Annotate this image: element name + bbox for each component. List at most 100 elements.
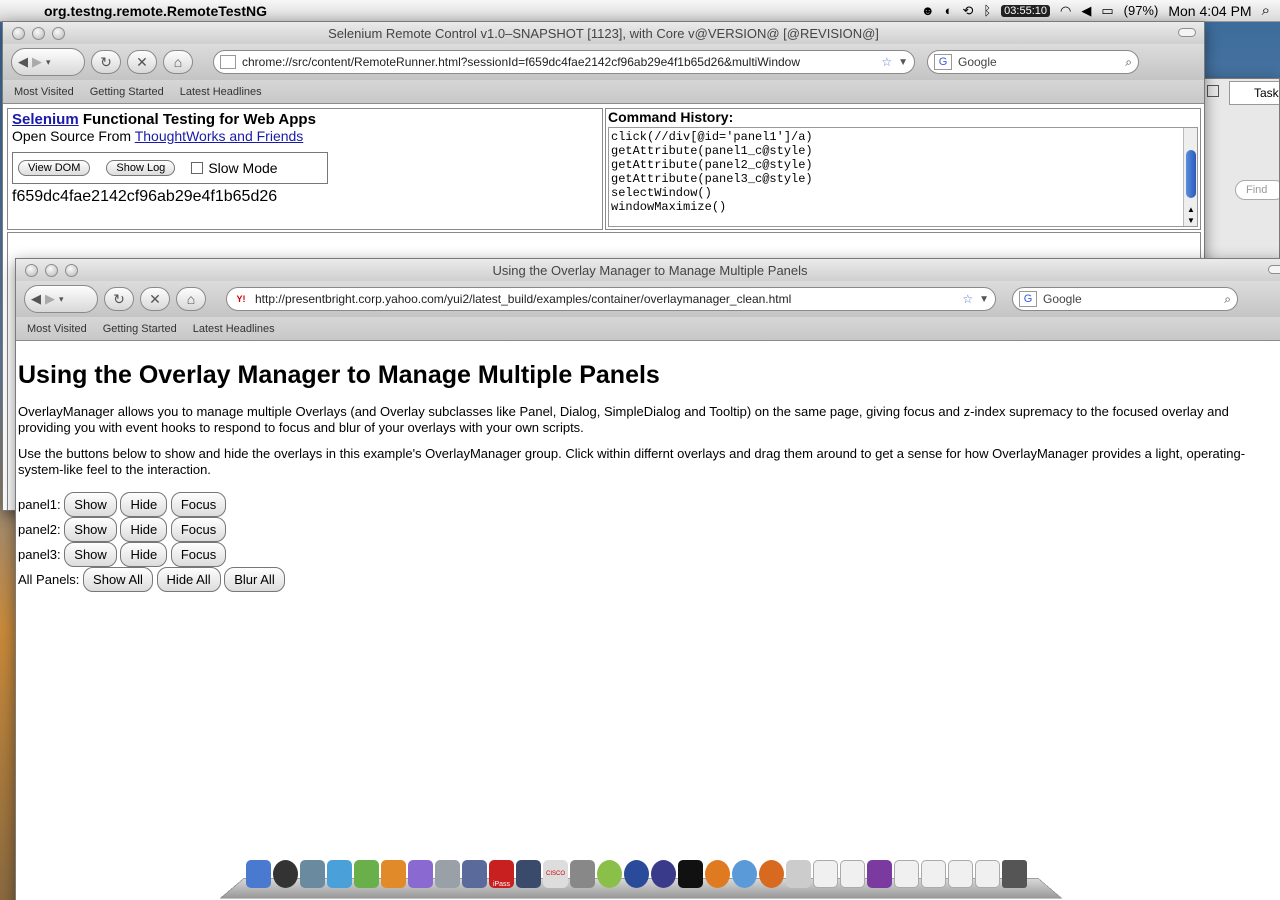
preview-icon[interactable] [300, 860, 325, 888]
minimize-window-button[interactable] [45, 263, 58, 277]
bookmark-star-icon[interactable]: ☆ [962, 292, 973, 306]
network-globe-icon[interactable] [624, 860, 649, 888]
clock-status[interactable]: 03:55:10 [1001, 4, 1050, 17]
panel2-show-button[interactable]: Show [64, 517, 117, 542]
utility-icon[interactable] [435, 860, 460, 888]
selenium-url-bar[interactable]: chrome://src/content/RemoteRunner.html?s… [213, 50, 915, 74]
panel1-focus-button[interactable]: Focus [170, 492, 227, 517]
panel2-focus-button[interactable]: Focus [170, 517, 227, 542]
restore-icon[interactable] [1207, 85, 1219, 97]
scroll-up-arrow-icon[interactable]: ▲ [1187, 205, 1195, 214]
time-machine-icon[interactable]: ⟲ [962, 3, 973, 19]
wifi-icon[interactable]: ◠ [1060, 3, 1071, 19]
spaces-icon[interactable] [516, 860, 541, 888]
battery-icon[interactable]: ▭ [1101, 3, 1113, 19]
hide-all-button[interactable]: Hide All [156, 567, 221, 592]
bookmark-getting-started[interactable]: Getting Started [90, 86, 164, 98]
toolbar-toggle-button[interactable] [1268, 265, 1280, 274]
android-icon[interactable] [597, 860, 622, 888]
terminal-icon[interactable] [678, 860, 703, 888]
history-dropdown-icon[interactable]: ▾ [59, 294, 64, 305]
home-button[interactable]: ⌂ [176, 287, 206, 311]
cisco-icon[interactable]: CISCO [543, 860, 568, 888]
minimize-window-button[interactable] [32, 26, 45, 40]
slow-mode-checkbox[interactable] [191, 162, 204, 174]
scroll-down-arrow-icon[interactable]: ▼ [1187, 216, 1195, 225]
selenium-link[interactable]: Selenium [12, 111, 79, 128]
document-icon[interactable] [840, 860, 865, 888]
forward-arrow-icon[interactable]: ▶ [45, 291, 55, 307]
home-button[interactable]: ⌂ [163, 50, 193, 74]
view-dom-button[interactable]: View DOM [18, 160, 91, 176]
bluetooth-icon[interactable]: ᛒ [983, 3, 991, 18]
yui-search-box[interactable]: G Google ⌕ [1012, 287, 1238, 311]
stop-button[interactable]: ✕ [127, 50, 157, 74]
url-dropdown-icon[interactable]: ▼ [979, 294, 989, 305]
bookmark-most-visited[interactable]: Most Visited [27, 323, 87, 335]
show-log-button[interactable]: Show Log [106, 160, 176, 176]
ipass-icon[interactable]: iPass [489, 860, 514, 888]
selenium-search-box[interactable]: G Google ⌕ [927, 50, 1139, 74]
find-field[interactable]: Find [1235, 180, 1279, 200]
thoughtworks-link[interactable]: ThoughtWorks and Friends [135, 128, 304, 144]
command-history-scrollbar[interactable]: ▲ ▼ [1183, 128, 1197, 226]
zoom-window-button[interactable] [52, 26, 65, 40]
document-icon[interactable] [813, 860, 838, 888]
panel2-hide-button[interactable]: Hide [120, 517, 168, 542]
google-search-engine-icon[interactable]: G [1019, 291, 1037, 307]
close-window-button[interactable] [12, 26, 25, 40]
finder-icon[interactable] [246, 860, 271, 888]
word-icon[interactable] [327, 860, 352, 888]
history-dropdown-icon[interactable]: ▾ [46, 57, 51, 68]
robot-icon[interactable]: ☻ [921, 3, 935, 18]
app-name-menu[interactable]: org.testng.remote.RemoteTestNG [44, 3, 267, 19]
back-arrow-icon[interactable]: ◀ [18, 54, 28, 70]
bookmark-latest-headlines[interactable]: Latest Headlines [180, 86, 262, 98]
show-all-button[interactable]: Show All [83, 567, 153, 592]
script-editor-icon[interactable] [786, 860, 811, 888]
vmware-icon[interactable] [462, 860, 487, 888]
powerpoint-icon[interactable] [381, 860, 406, 888]
blur-all-button[interactable]: Blur All [224, 567, 285, 592]
document-icon[interactable] [894, 860, 919, 888]
yahoo-icon[interactable] [867, 860, 892, 888]
forward-arrow-icon[interactable]: ▶ [32, 54, 42, 70]
toolbar-toggle-button[interactable] [1178, 28, 1196, 37]
url-dropdown-icon[interactable]: ▼ [898, 57, 908, 68]
system-preferences-icon[interactable] [570, 860, 595, 888]
firefox-alt-icon[interactable] [759, 860, 784, 888]
trash-icon[interactable] [1002, 860, 1027, 888]
selenium-titlebar[interactable]: Selenium Remote Control v1.0–SNAPSHOT [1… [3, 22, 1204, 44]
back-arrow-icon[interactable]: ◀ [31, 291, 41, 307]
reload-button[interactable]: ↻ [104, 287, 134, 311]
panel1-show-button[interactable]: Show [64, 492, 117, 517]
panel1-hide-button[interactable]: Hide [120, 492, 168, 517]
bookmark-latest-headlines[interactable]: Latest Headlines [193, 323, 275, 335]
eclipse-icon[interactable] [651, 860, 676, 888]
yui-url-bar[interactable]: Y! http://presentbright.corp.yahoo.com/y… [226, 287, 996, 311]
scrollbar-thumb[interactable] [1186, 150, 1196, 198]
panel3-show-button[interactable]: Show [64, 542, 117, 567]
search-icon[interactable]: ⌕ [1224, 292, 1231, 307]
panel3-focus-button[interactable]: Focus [170, 542, 227, 567]
search-icon[interactable]: ⌕ [1125, 55, 1132, 70]
bookmark-star-icon[interactable]: ☆ [881, 55, 892, 69]
google-search-engine-icon[interactable]: G [934, 54, 952, 70]
zoom-window-button[interactable] [65, 263, 78, 277]
safari-icon[interactable] [732, 860, 757, 888]
stop-button[interactable]: ✕ [140, 287, 170, 311]
dashboard-icon[interactable] [273, 860, 298, 888]
spotlight-icon[interactable]: ⌕ [1262, 2, 1270, 19]
panel3-hide-button[interactable]: Hide [120, 542, 168, 567]
close-window-button[interactable] [25, 263, 38, 277]
document-icon[interactable] [975, 860, 1000, 888]
bookmark-getting-started[interactable]: Getting Started [103, 323, 177, 335]
background-window-tab[interactable]: Task [1229, 81, 1279, 105]
moon-icon[interactable]: ◐ [945, 3, 953, 18]
command-history-list[interactable]: click(//div[@id='panel1']/a) getAttribut… [608, 127, 1198, 227]
volume-icon[interactable]: ◀ [1081, 3, 1091, 19]
entourage-icon[interactable] [408, 860, 433, 888]
menubar-datetime[interactable]: Mon 4:04 PM [1168, 3, 1251, 19]
yui-titlebar[interactable]: Using the Overlay Manager to Manage Mult… [16, 259, 1280, 281]
reload-button[interactable]: ↻ [91, 50, 121, 74]
